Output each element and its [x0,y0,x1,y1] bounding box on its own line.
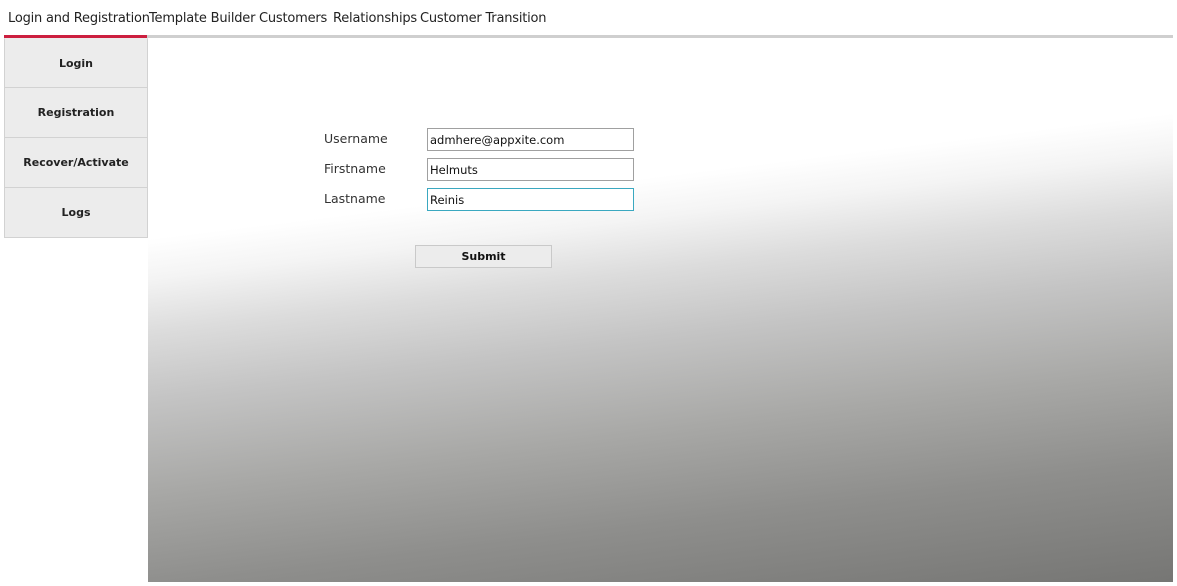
tab-relationships[interactable]: Relationships [333,11,417,26]
tab-template-builder[interactable]: Template Builder [149,11,255,26]
firstname-label: Firstname [324,161,386,176]
lastname-label: Lastname [324,191,386,206]
sidebar: Login Registration Recover/Activate Logs [4,38,148,238]
lastname-field[interactable] [427,188,634,211]
tab-login-and-registration[interactable]: Login and Registration [8,11,150,26]
username-label: Username [324,131,388,146]
sidebar-item-login[interactable]: Login [4,38,148,88]
top-tab-bar: Login and Registration Template Builder … [0,0,1173,38]
username-field[interactable] [427,128,634,151]
sidebar-item-registration[interactable]: Registration [4,88,148,138]
tab-customer-transition[interactable]: Customer Transition [420,11,547,26]
app-window: Login and Registration Template Builder … [0,0,1177,586]
main-content-panel: Username Firstname Lastname Submit [148,38,1173,582]
sidebar-item-logs[interactable]: Logs [4,188,148,238]
firstname-field[interactable] [427,158,634,181]
sidebar-item-recover-activate[interactable]: Recover/Activate [4,138,148,188]
submit-button[interactable]: Submit [415,245,552,268]
tab-customers[interactable]: Customers [259,11,327,26]
